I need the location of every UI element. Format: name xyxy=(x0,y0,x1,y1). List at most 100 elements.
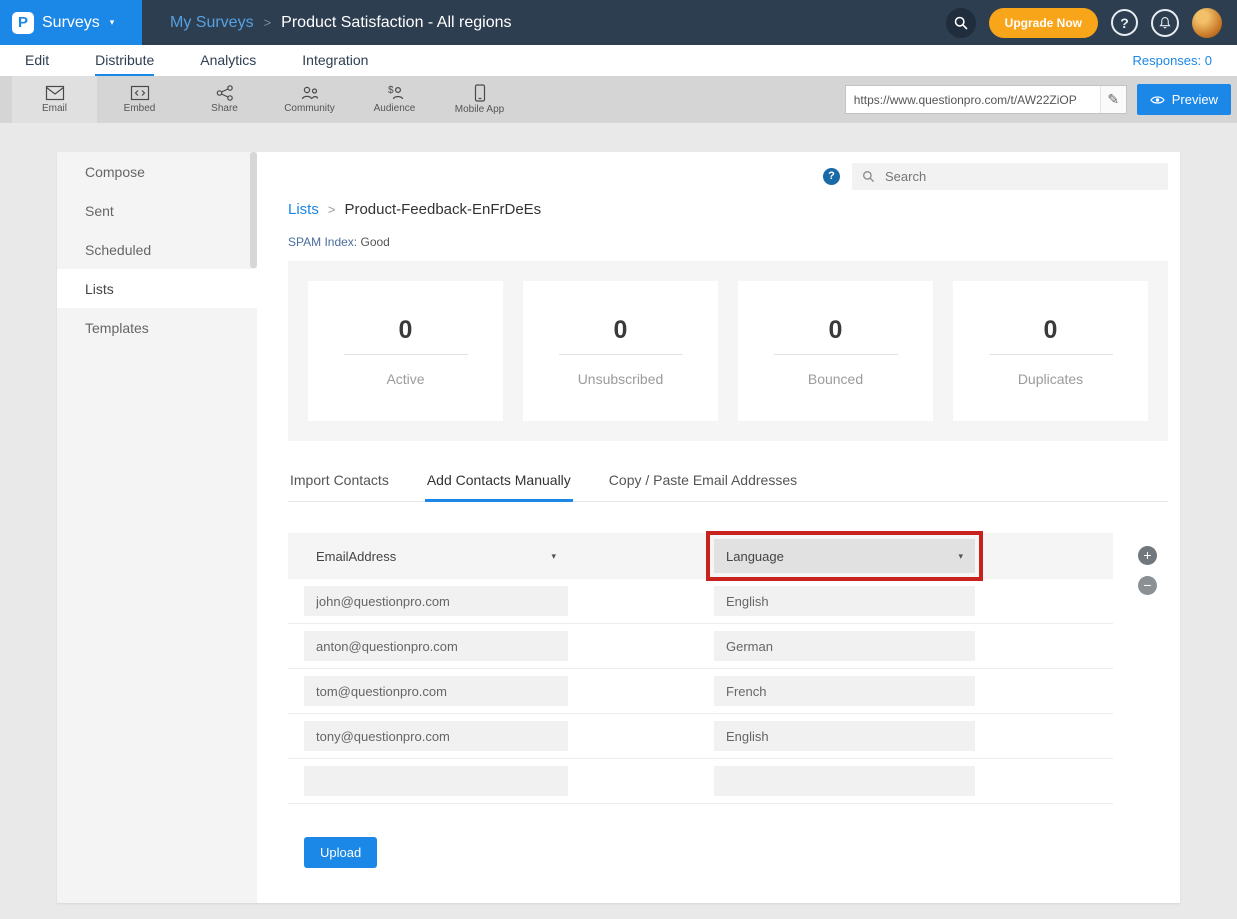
stat-card-duplicates: 0 Duplicates xyxy=(953,281,1148,421)
search-input[interactable] xyxy=(883,168,1158,185)
product-menu[interactable]: P Surveys ▾ xyxy=(0,0,142,45)
chevron-down-icon: ▾ xyxy=(958,551,963,562)
stat-card-active: 0 Active xyxy=(308,281,503,421)
email-field[interactable] xyxy=(304,676,568,706)
stat-label: Active xyxy=(386,371,424,387)
toolbar-item-share[interactable]: Share xyxy=(182,76,267,123)
stat-label: Bounced xyxy=(808,371,863,387)
eye-icon xyxy=(1150,95,1165,105)
chevron-down-icon: ▾ xyxy=(110,17,115,28)
breadcrumb-lists-link[interactable]: Lists xyxy=(288,201,319,218)
contacts-tabs: Import Contacts Add Contacts Manually Co… xyxy=(288,466,1168,502)
responses-count[interactable]: Responses: 0 xyxy=(1133,45,1213,76)
preview-label: Preview xyxy=(1172,92,1218,107)
edit-url-button[interactable]: ✎ xyxy=(1100,86,1126,113)
global-search-button[interactable] xyxy=(946,8,976,38)
sidebar-item-lists[interactable]: Lists xyxy=(57,269,257,308)
svg-text:$: $ xyxy=(388,85,394,96)
breadcrumb-my-surveys[interactable]: My Surveys xyxy=(170,14,254,32)
contacts-header-row: EmailAddress ▾ Language ▾ xyxy=(288,533,1113,579)
community-icon xyxy=(300,85,320,101)
add-column-button[interactable]: + xyxy=(1138,546,1157,565)
contact-row xyxy=(288,624,1113,669)
search-icon xyxy=(953,15,969,31)
toolbar-item-audience[interactable]: $ Audience xyxy=(352,76,437,123)
chevron-down-icon: ▾ xyxy=(551,551,556,562)
email-field[interactable] xyxy=(304,631,568,661)
language-field[interactable] xyxy=(714,586,975,616)
questionpro-logo-icon: P xyxy=(12,12,34,34)
divider xyxy=(559,354,683,355)
tab-edit[interactable]: Edit xyxy=(25,45,49,76)
toolbar-item-label: Embed xyxy=(124,103,156,114)
tab-import-contacts[interactable]: Import Contacts xyxy=(288,466,391,502)
list-search-box xyxy=(852,163,1168,190)
list-breadcrumb: Lists > Product-Feedback-EnFrDeEs xyxy=(288,201,1168,218)
contextual-help-button[interactable]: ? xyxy=(823,168,840,185)
row-controls: + − xyxy=(1128,533,1168,868)
toolbar-item-label: Share xyxy=(211,103,238,114)
email-field[interactable] xyxy=(304,766,568,796)
tab-copy-paste-email-addresses[interactable]: Copy / Paste Email Addresses xyxy=(607,466,799,502)
stat-label: Duplicates xyxy=(1018,371,1083,387)
toolbar-item-embed[interactable]: Embed xyxy=(97,76,182,123)
sidebar-scrollbar[interactable] xyxy=(250,152,257,268)
pencil-icon: ✎ xyxy=(1107,91,1119,108)
sidebar-item-templates[interactable]: Templates xyxy=(57,308,257,347)
stat-value: 0 xyxy=(829,317,843,345)
email-icon xyxy=(45,85,65,101)
user-avatar[interactable] xyxy=(1192,8,1222,38)
contact-row xyxy=(288,669,1113,714)
survey-url-input[interactable] xyxy=(846,93,1100,107)
language-field[interactable] xyxy=(714,631,975,661)
annotation-highlight: Language ▾ xyxy=(706,531,983,581)
language-field[interactable] xyxy=(714,721,975,751)
toolbar-item-email[interactable]: Email xyxy=(12,76,97,123)
top-header: P Surveys ▾ My Surveys > Product Satisfa… xyxy=(0,0,1237,45)
upload-button[interactable]: Upload xyxy=(304,837,377,868)
embed-icon xyxy=(130,85,150,101)
lists-content: ? Lists > Product-Feedback-EnFrDeEs SPAM… xyxy=(257,152,1200,903)
contact-row xyxy=(288,579,1113,624)
breadcrumb-separator: > xyxy=(264,15,272,30)
column-type-dropdown-language[interactable]: Language ▾ xyxy=(714,539,975,573)
add-contacts-form: EmailAddress ▾ Language ▾ xyxy=(288,533,1168,868)
sidebar-item-compose[interactable]: Compose xyxy=(57,152,257,191)
audience-icon: $ xyxy=(385,85,405,101)
toolbar-item-mobile-app[interactable]: Mobile App xyxy=(437,76,522,123)
search-icon xyxy=(862,170,875,183)
language-field[interactable] xyxy=(714,676,975,706)
tab-distribute[interactable]: Distribute xyxy=(95,45,154,76)
stat-label: Unsubscribed xyxy=(578,371,664,387)
email-field[interactable] xyxy=(304,721,568,751)
toolbar-item-community[interactable]: Community xyxy=(267,76,352,123)
divider xyxy=(989,354,1113,355)
contact-row xyxy=(288,714,1113,759)
help-button[interactable]: ? xyxy=(1111,9,1138,36)
list-stats: 0 Active 0 Unsubscribed 0 Bounced 0 Dupl… xyxy=(288,261,1168,441)
divider xyxy=(774,354,898,355)
column-type-dropdown-email[interactable]: EmailAddress ▾ xyxy=(304,539,568,573)
spam-index-value: Good xyxy=(360,235,389,249)
distribute-toolbar: Email Embed Share Community $ xyxy=(0,76,1237,123)
breadcrumb: My Surveys > Product Satisfaction - All … xyxy=(170,14,512,32)
upgrade-now-button[interactable]: Upgrade Now xyxy=(989,8,1098,38)
sidebar-item-scheduled[interactable]: Scheduled xyxy=(57,230,257,269)
toolbar-item-label: Community xyxy=(284,103,335,114)
header-actions: Upgrade Now ? xyxy=(946,8,1237,38)
mobile-app-icon xyxy=(474,84,486,102)
email-field[interactable] xyxy=(304,586,568,616)
tab-integration[interactable]: Integration xyxy=(302,45,368,76)
tab-add-contacts-manually[interactable]: Add Contacts Manually xyxy=(425,466,573,502)
email-panel: Compose Sent Scheduled Lists Templates ?… xyxy=(57,152,1180,903)
sidebar-item-sent[interactable]: Sent xyxy=(57,191,257,230)
spam-index-label: SPAM Index: xyxy=(288,235,357,249)
tab-analytics[interactable]: Analytics xyxy=(200,45,256,76)
notifications-button[interactable] xyxy=(1151,9,1179,37)
remove-column-button[interactable]: − xyxy=(1138,576,1157,595)
contact-row xyxy=(288,759,1113,804)
email-sidebar: Compose Sent Scheduled Lists Templates xyxy=(57,152,257,903)
preview-button[interactable]: Preview xyxy=(1137,84,1231,115)
language-field[interactable] xyxy=(714,766,975,796)
breadcrumb-separator: > xyxy=(328,202,336,217)
